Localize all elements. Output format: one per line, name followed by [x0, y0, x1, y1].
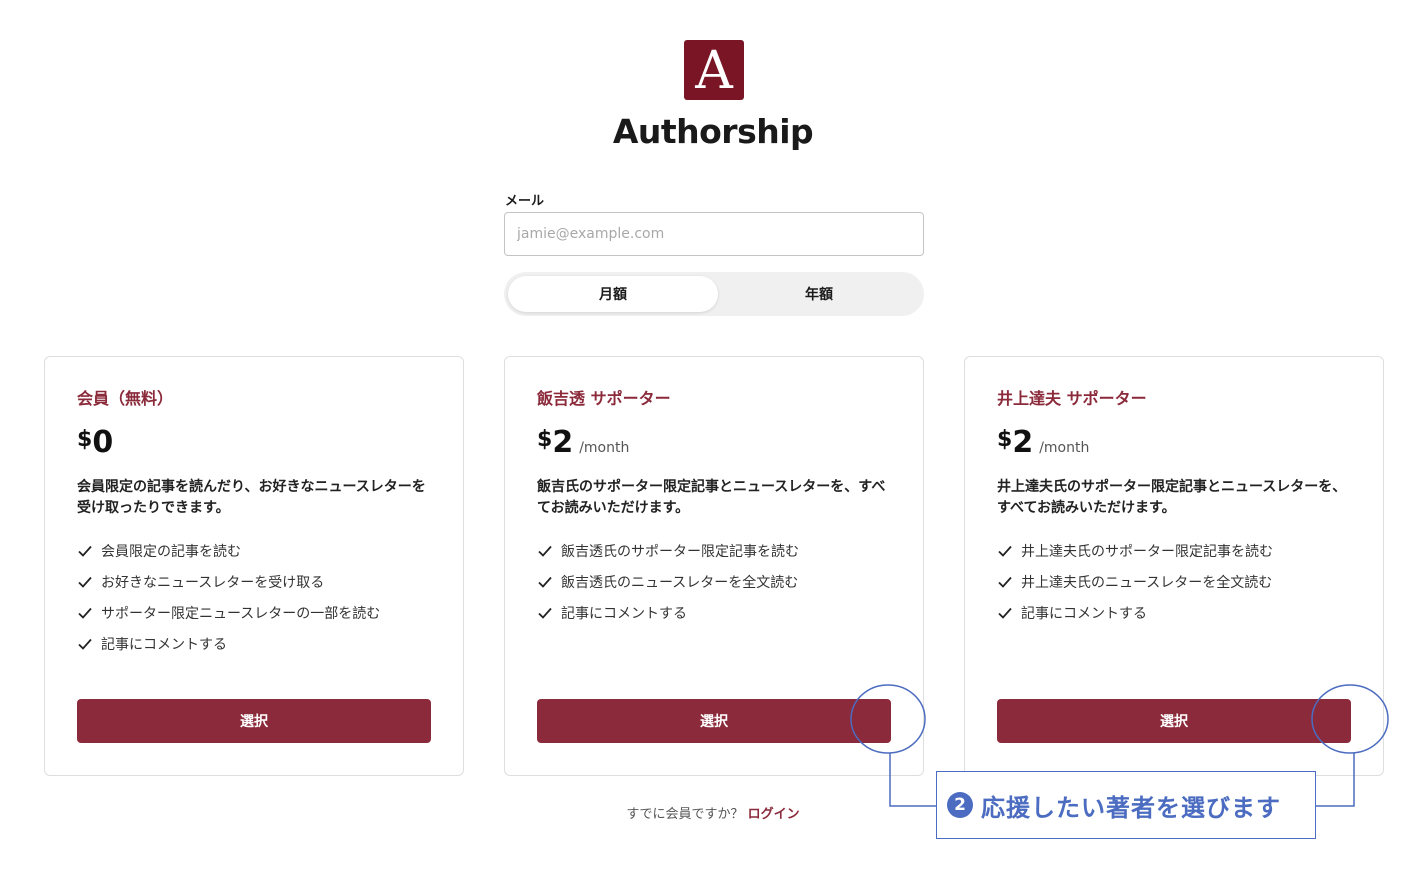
select-button[interactable]: 選択	[77, 699, 431, 743]
plan-price: $ 2 /month	[537, 425, 629, 460]
feature-label: お好きなニュースレターを受け取る	[101, 574, 325, 591]
price-currency: $	[537, 427, 553, 452]
select-button[interactable]: 選択	[997, 699, 1351, 743]
check-icon	[538, 576, 552, 588]
plan-features: 会員限定の記事を読む お好きなニュースレターを受け取る サポーター限定ニュースレ…	[77, 535, 380, 659]
feature-item: 会員限定の記事を読む	[77, 535, 380, 566]
annotation-callout: 2 応援したい著者を選びます	[936, 771, 1316, 839]
feature-item: 記事にコメントする	[77, 628, 380, 659]
billing-toggle: 月額 年額	[504, 272, 924, 316]
plan-card-member: 会員（無料） $ 0 会員限定の記事を読んだり、お好きなニュースレターを受け取っ…	[44, 356, 464, 776]
feature-item: お好きなニュースレターを受け取る	[77, 566, 380, 597]
check-icon	[78, 545, 92, 557]
feature-label: 記事にコメントする	[1021, 605, 1147, 622]
feature-item: サポーター限定ニュースレターの一部を読む	[77, 597, 380, 628]
plan-description: 井上達夫氏のサポーター限定記事とニュースレターを、すべてお読みいただけます。	[997, 479, 1347, 516]
check-icon	[538, 545, 552, 557]
plan-features: 飯吉透氏のサポーター限定記事を読む 飯吉透氏のニュースレターを全文読む 記事にコ…	[537, 535, 799, 628]
check-icon	[78, 638, 92, 650]
feature-label: 記事にコメントする	[561, 605, 687, 622]
plan-description: 会員限定の記事を読んだり、お好きなニュースレターを受け取ったりできます。	[77, 479, 426, 516]
email-label: メール	[505, 194, 545, 209]
select-button[interactable]: 選択	[537, 699, 891, 743]
feature-label: 会員限定の記事を読む	[101, 543, 241, 560]
feature-item: 井上達夫氏のサポーター限定記事を読む	[997, 535, 1273, 566]
check-icon	[998, 607, 1012, 619]
plan-title: 井上達夫 サポーター	[997, 389, 1147, 408]
check-icon	[78, 576, 92, 588]
feature-label: 記事にコメントする	[101, 636, 227, 653]
feature-label: サポーター限定ニュースレターの一部を読む	[101, 605, 381, 622]
feature-item: 記事にコメントする	[537, 597, 799, 628]
toggle-yearly[interactable]: 年額	[714, 276, 924, 312]
brand-logo: A	[684, 40, 744, 100]
annotation-number: 2	[947, 792, 973, 818]
brand-name: Authorship	[612, 112, 814, 151]
feature-item: 記事にコメントする	[997, 597, 1273, 628]
login-link[interactable]: ログイン	[748, 807, 800, 822]
check-icon	[998, 576, 1012, 588]
login-prompt-text: すでに会員ですか？	[626, 807, 744, 822]
plan-price: $ 0	[77, 425, 119, 460]
check-icon	[78, 607, 92, 619]
price-currency: $	[997, 427, 1013, 452]
price-period: /month	[579, 440, 630, 456]
feature-label: 飯吉透氏のサポーター限定記事を読む	[561, 543, 799, 560]
email-input[interactable]	[504, 212, 924, 256]
plan-title: 飯吉透 サポーター	[537, 389, 671, 408]
price-amount: 0	[92, 425, 114, 460]
annotation-text: 応援したい著者を選びます	[981, 793, 1281, 822]
plan-description: 飯吉氏のサポーター限定記事とニュースレターを、すべてお読みいただけます。	[537, 479, 886, 516]
check-icon	[998, 545, 1012, 557]
plan-price: $ 2 /month	[997, 425, 1089, 460]
plan-features: 井上達夫氏のサポーター限定記事を読む 井上達夫氏のニュースレターを全文読む 記事…	[997, 535, 1273, 628]
plan-card-iiyoshi-supporter: 飯吉透 サポーター $ 2 /month 飯吉氏のサポーター限定記事とニュースレ…	[504, 356, 924, 776]
price-currency: $	[77, 427, 93, 452]
plan-card-inoue-supporter: 井上達夫 サポーター $ 2 /month 井上達夫氏のサポーター限定記事とニュ…	[964, 356, 1384, 776]
feature-label: 井上達夫氏のニュースレターを全文読む	[1021, 574, 1273, 591]
check-icon	[538, 607, 552, 619]
feature-label: 井上達夫氏のサポーター限定記事を読む	[1021, 543, 1273, 560]
price-amount: 2	[552, 425, 574, 460]
plan-title: 会員（無料）	[77, 389, 174, 408]
toggle-monthly[interactable]: 月額	[508, 276, 718, 312]
price-amount: 2	[1012, 425, 1034, 460]
feature-item: 飯吉透氏のニュースレターを全文読む	[537, 566, 799, 597]
feature-item: 飯吉透氏のサポーター限定記事を読む	[537, 535, 799, 566]
brand-logo-letter: A	[695, 41, 733, 101]
price-period: /month	[1039, 440, 1090, 456]
feature-label: 飯吉透氏のニュースレターを全文読む	[561, 574, 799, 591]
feature-item: 井上達夫氏のニュースレターを全文読む	[997, 566, 1273, 597]
